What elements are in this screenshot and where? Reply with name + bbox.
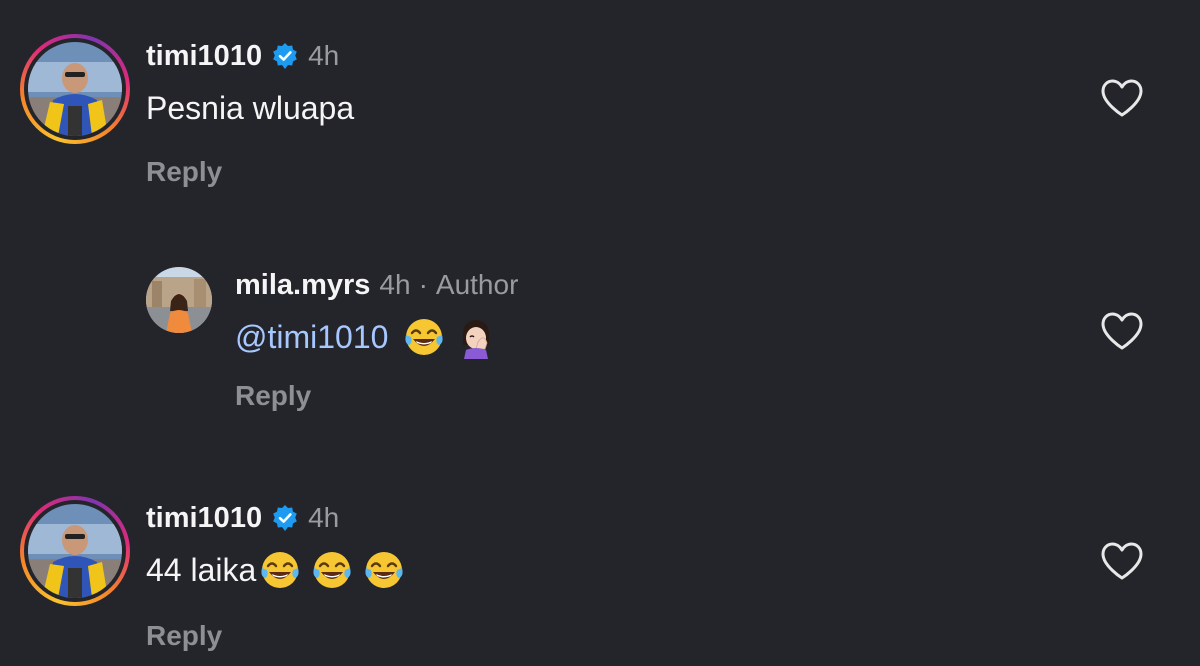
author-tag: Author (435, 269, 519, 300)
tears-of-joy-emoji (362, 548, 406, 592)
reply-button[interactable]: Reply (146, 620, 222, 652)
tears-of-joy-emoji (402, 315, 446, 359)
like-heart-icon[interactable] (1099, 310, 1145, 352)
comment-username[interactable]: timi1010 (146, 40, 262, 73)
like-heart-icon[interactable] (1099, 77, 1145, 119)
avatar (28, 504, 122, 598)
comments-thread: timi1010 4h Pesnia wluapa Reply mila.myr… (0, 0, 1200, 666)
comment-time: 4h (308, 40, 340, 71)
reply-button[interactable]: Reply (146, 156, 222, 188)
comment-time: 4h (308, 502, 340, 533)
separator-dot: · (418, 269, 428, 300)
avatar[interactable] (146, 267, 212, 333)
comment-text: 44 laika (146, 548, 406, 592)
verified-badge-icon (271, 42, 299, 70)
reply-comment-item: mila.myrs 4h · Author @timi1010 Reply (0, 230, 1200, 460)
verified-badge-icon (271, 504, 299, 532)
comment-text: Pesnia wluapa (146, 89, 355, 126)
avatar (28, 42, 122, 136)
comment-time: 4h (379, 269, 411, 300)
comment-username[interactable]: mila.myrs (235, 269, 370, 302)
comment-username[interactable]: timi1010 (146, 502, 262, 535)
mention-link[interactable]: @timi1010 (235, 319, 388, 356)
face-palm-emoji (454, 315, 498, 359)
tears-of-joy-emoji (310, 548, 354, 592)
tears-of-joy-emoji (258, 548, 302, 592)
like-heart-icon[interactable] (1099, 540, 1145, 582)
comment-text: @timi1010 (235, 314, 498, 360)
comment-text-content: 44 laika (146, 551, 257, 588)
story-ring[interactable] (20, 34, 130, 144)
comment-item: timi1010 4h 44 laika Reply (0, 460, 1200, 666)
reply-button[interactable]: Reply (235, 380, 311, 412)
comment-item: timi1010 4h Pesnia wluapa Reply (0, 0, 1200, 230)
story-ring[interactable] (20, 496, 130, 606)
